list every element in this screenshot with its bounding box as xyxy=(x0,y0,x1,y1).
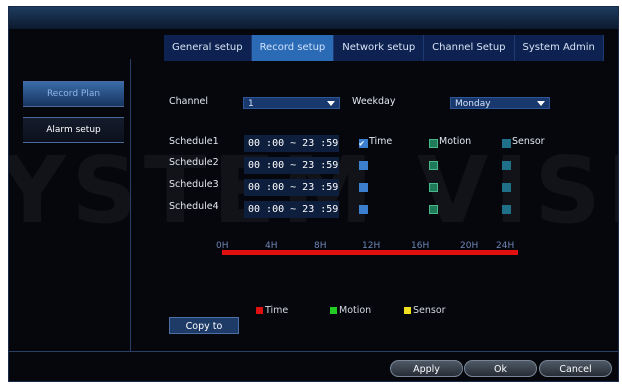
timeline-record-bar xyxy=(222,250,518,255)
legend-time-label: Time xyxy=(265,305,289,316)
schedule1-time-range[interactable]: 00 :00 ~ 23 :59 xyxy=(244,135,339,152)
schedule3-motion-checkbox[interactable] xyxy=(429,183,438,192)
ok-button[interactable]: Ok xyxy=(464,360,537,377)
legend-motion-swatch xyxy=(330,307,337,314)
tab-general-setup[interactable]: General setup xyxy=(164,35,252,61)
sidebar-divider xyxy=(130,59,131,351)
schedule1-motion-checkbox[interactable] xyxy=(429,139,438,148)
sidebar-item-record-plan[interactable]: Record Plan xyxy=(23,81,124,107)
tab-bar: General setup Record setup Network setup… xyxy=(164,35,604,61)
schedule2-motion-checkbox[interactable] xyxy=(429,161,438,170)
schedule4-label: Schedule4 xyxy=(169,201,219,212)
schedule1-time-checkbox[interactable] xyxy=(359,136,368,153)
schedule3-sensor-checkbox[interactable] xyxy=(502,183,511,192)
schedule2-label: Schedule2 xyxy=(169,157,219,168)
cancel-button[interactable]: Cancel xyxy=(539,360,612,377)
chevron-down-icon xyxy=(327,101,335,106)
schedule4-time-range[interactable]: 00 :00 ~ 23 :59 xyxy=(244,201,339,218)
schedule2-time-checkbox[interactable] xyxy=(359,161,368,170)
schedule2-sensor-checkbox[interactable] xyxy=(502,161,511,170)
copy-to-button[interactable]: Copy to xyxy=(169,317,239,334)
motion-checkbox-label: Motion xyxy=(439,136,472,147)
schedule3-time-checkbox[interactable] xyxy=(359,183,368,192)
legend-sensor-label: Sensor xyxy=(413,305,446,316)
weekday-value: Monday xyxy=(455,99,491,109)
channel-label: Channel xyxy=(169,96,209,107)
channel-value: 1 xyxy=(248,99,254,109)
channel-select[interactable]: 1 xyxy=(243,97,340,109)
time-checkbox-label: Time xyxy=(369,136,393,147)
tab-system-admin[interactable]: System Admin xyxy=(514,35,604,61)
schedule1-label: Schedule1 xyxy=(169,136,219,147)
schedule4-motion-checkbox[interactable] xyxy=(429,205,438,214)
dvr-screen: YSTEM VISIO General setup Record setup N… xyxy=(8,6,619,382)
weekday-label: Weekday xyxy=(352,96,396,107)
legend-sensor-swatch xyxy=(404,307,411,314)
title-bar xyxy=(9,7,618,29)
schedule2-time-range[interactable]: 00 :00 ~ 23 :59 xyxy=(244,157,339,174)
footer-divider xyxy=(9,351,618,352)
schedule4-time-checkbox[interactable] xyxy=(359,205,368,214)
schedule3-time-range[interactable]: 00 :00 ~ 23 :59 xyxy=(244,179,339,196)
apply-button[interactable]: Apply xyxy=(390,360,463,377)
tab-record-setup[interactable]: Record setup xyxy=(251,35,335,61)
schedule1-sensor-checkbox[interactable] xyxy=(502,139,511,148)
tab-channel-setup[interactable]: Channel Setup xyxy=(424,35,515,61)
sensor-checkbox-label: Sensor xyxy=(512,136,545,147)
schedule4-sensor-checkbox[interactable] xyxy=(502,205,511,214)
weekday-select[interactable]: Monday xyxy=(450,97,550,109)
tab-network-setup[interactable]: Network setup xyxy=(334,35,425,61)
chevron-down-icon xyxy=(537,101,545,106)
legend-motion-label: Motion xyxy=(339,305,372,316)
legend-time-swatch xyxy=(256,307,263,314)
schedule3-label: Schedule3 xyxy=(169,179,219,190)
sidebar-item-alarm-setup[interactable]: Alarm setup xyxy=(23,117,124,143)
